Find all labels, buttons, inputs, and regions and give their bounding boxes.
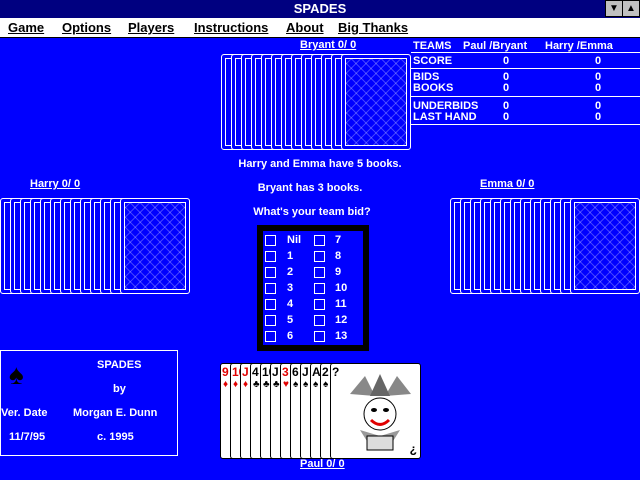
card-rank: J — [242, 365, 249, 379]
bid-checkbox[interactable] — [265, 235, 276, 246]
books-team2: 0 — [595, 82, 602, 94]
team1-name: Paul /Bryant — [463, 40, 528, 52]
bid-panel-inner: Nil 1 2 3 4 5 6 7 8 9 10 11 12 13 — [263, 231, 363, 345]
window-title: SPADES — [293, 1, 347, 16]
bid-option-label[interactable]: 9 — [335, 266, 341, 278]
card-rank: ? — [332, 365, 340, 379]
card-rank-bottom: ¿ — [409, 442, 417, 456]
player-north-label: Bryant 0/ 0 — [300, 39, 357, 51]
card-rank: 9 — [222, 365, 229, 379]
card-suit-icon: ♠ — [303, 379, 309, 390]
score-label: SCORE — [413, 55, 453, 67]
card-back — [341, 54, 411, 150]
score-team1: 0 — [503, 55, 510, 67]
books-team1: 0 — [503, 82, 510, 94]
card-back — [120, 198, 190, 294]
card-suit-icon: ♦ — [223, 379, 229, 390]
card-suit-icon: ♦ — [243, 379, 249, 390]
bid-option-label[interactable]: 6 — [287, 330, 293, 342]
message-line-1: Harry and Emma have 5 books. — [238, 158, 402, 170]
info-copyright: c. 1995 — [97, 431, 134, 443]
card-back — [570, 198, 640, 294]
books-label: BOOKS — [413, 82, 454, 94]
player-east-label: Emma 0/ 0 — [480, 178, 535, 190]
jester-icon — [350, 374, 411, 451]
info-date: 11/7/95 — [9, 431, 46, 443]
title-bar: SPADES ▼ ▲ — [0, 0, 640, 18]
card-rank: J — [302, 365, 309, 379]
player-south-label: Paul 0/ 0 — [300, 458, 345, 470]
info-author: Morgan E. Dunn — [73, 407, 158, 419]
card-rank: 2 — [322, 365, 329, 379]
menu-players[interactable]: Players — [128, 20, 174, 35]
card-rank: J — [272, 365, 279, 379]
divider — [411, 68, 640, 69]
bid-checkbox[interactable] — [265, 267, 276, 278]
bid-option-label[interactable]: 8 — [335, 250, 341, 262]
card-rank: 4 — [252, 365, 259, 379]
info-by: by — [113, 383, 126, 395]
card-suit-icon: ♦ — [233, 379, 239, 390]
bid-checkbox[interactable] — [314, 235, 325, 246]
bid-checkbox[interactable] — [314, 315, 325, 326]
card-rank: 6 — [292, 365, 299, 379]
bid-checkbox[interactable] — [314, 267, 325, 278]
bid-option-label[interactable]: 4 — [287, 298, 293, 310]
bid-checkbox[interactable] — [265, 315, 276, 326]
menu-bar: Game Options Players Instructions About … — [0, 18, 640, 38]
bid-option-label[interactable]: 11 — [335, 298, 347, 310]
menu-about[interactable]: About — [286, 20, 324, 35]
minimize-button[interactable]: ▼ — [605, 0, 623, 17]
menu-big-thanks[interactable]: Big Thanks — [338, 20, 408, 35]
bid-option-label[interactable]: 5 — [287, 314, 293, 326]
info-title: SPADES — [97, 359, 142, 371]
last-hand-team1: 0 — [503, 111, 510, 123]
info-version-label: Ver. Date — [1, 407, 48, 419]
bid-checkbox[interactable] — [265, 283, 276, 294]
player-west-label: Harry 0/ 0 — [30, 178, 81, 190]
card-suit-icon: ♣ — [273, 379, 280, 390]
divider — [411, 52, 640, 53]
bid-option-label[interactable]: 13 — [335, 330, 347, 342]
bid-checkbox[interactable] — [265, 299, 276, 310]
bid-checkbox[interactable] — [314, 331, 325, 342]
bid-option-label[interactable]: 10 — [335, 282, 347, 294]
spade-icon: ♠ — [9, 359, 24, 390]
bid-option-label[interactable]: 7 — [335, 234, 341, 246]
teams-label: TEAMS — [413, 40, 452, 52]
info-box: ♠ SPADES by Ver. Date Morgan E. Dunn 11/… — [0, 350, 178, 456]
bid-option-label[interactable]: 1 — [287, 250, 293, 262]
menu-options[interactable]: Options — [62, 20, 111, 35]
bid-checkbox[interactable] — [314, 283, 325, 294]
card-rank: 3 — [282, 365, 289, 379]
last-hand-team2: 0 — [595, 111, 602, 123]
menu-instructions[interactable]: Instructions — [194, 20, 268, 35]
card-suit-icon: ♥ — [283, 379, 289, 390]
card-suit-icon: ♣ — [253, 379, 260, 390]
card-suit-icon: ♠ — [293, 379, 299, 390]
joker-card[interactable]: ? ¿ — [330, 363, 421, 459]
card-suit-icon: ♣ — [263, 379, 270, 390]
bid-option-label[interactable]: 3 — [287, 282, 293, 294]
team2-name: Harry /Emma — [545, 40, 613, 52]
divider — [411, 124, 640, 125]
score-team2: 0 — [595, 55, 602, 67]
last-hand-label: LAST HAND — [413, 111, 477, 123]
menu-game[interactable]: Game — [8, 20, 44, 35]
bid-checkbox[interactable] — [265, 251, 276, 262]
card-suit-icon: ♠ — [323, 379, 329, 390]
bid-option-label[interactable]: Nil — [287, 234, 301, 246]
bid-checkbox[interactable] — [265, 331, 276, 342]
bid-option-label[interactable]: 12 — [335, 314, 347, 326]
bid-panel: Nil 1 2 3 4 5 6 7 8 9 10 11 12 13 — [257, 225, 369, 351]
bid-option-label[interactable]: 2 — [287, 266, 293, 278]
card-suit-icon: ♠ — [313, 379, 319, 390]
bid-checkbox[interactable] — [314, 251, 325, 262]
maximize-button[interactable]: ▲ — [622, 0, 640, 17]
bid-checkbox[interactable] — [314, 299, 325, 310]
divider — [411, 96, 640, 97]
